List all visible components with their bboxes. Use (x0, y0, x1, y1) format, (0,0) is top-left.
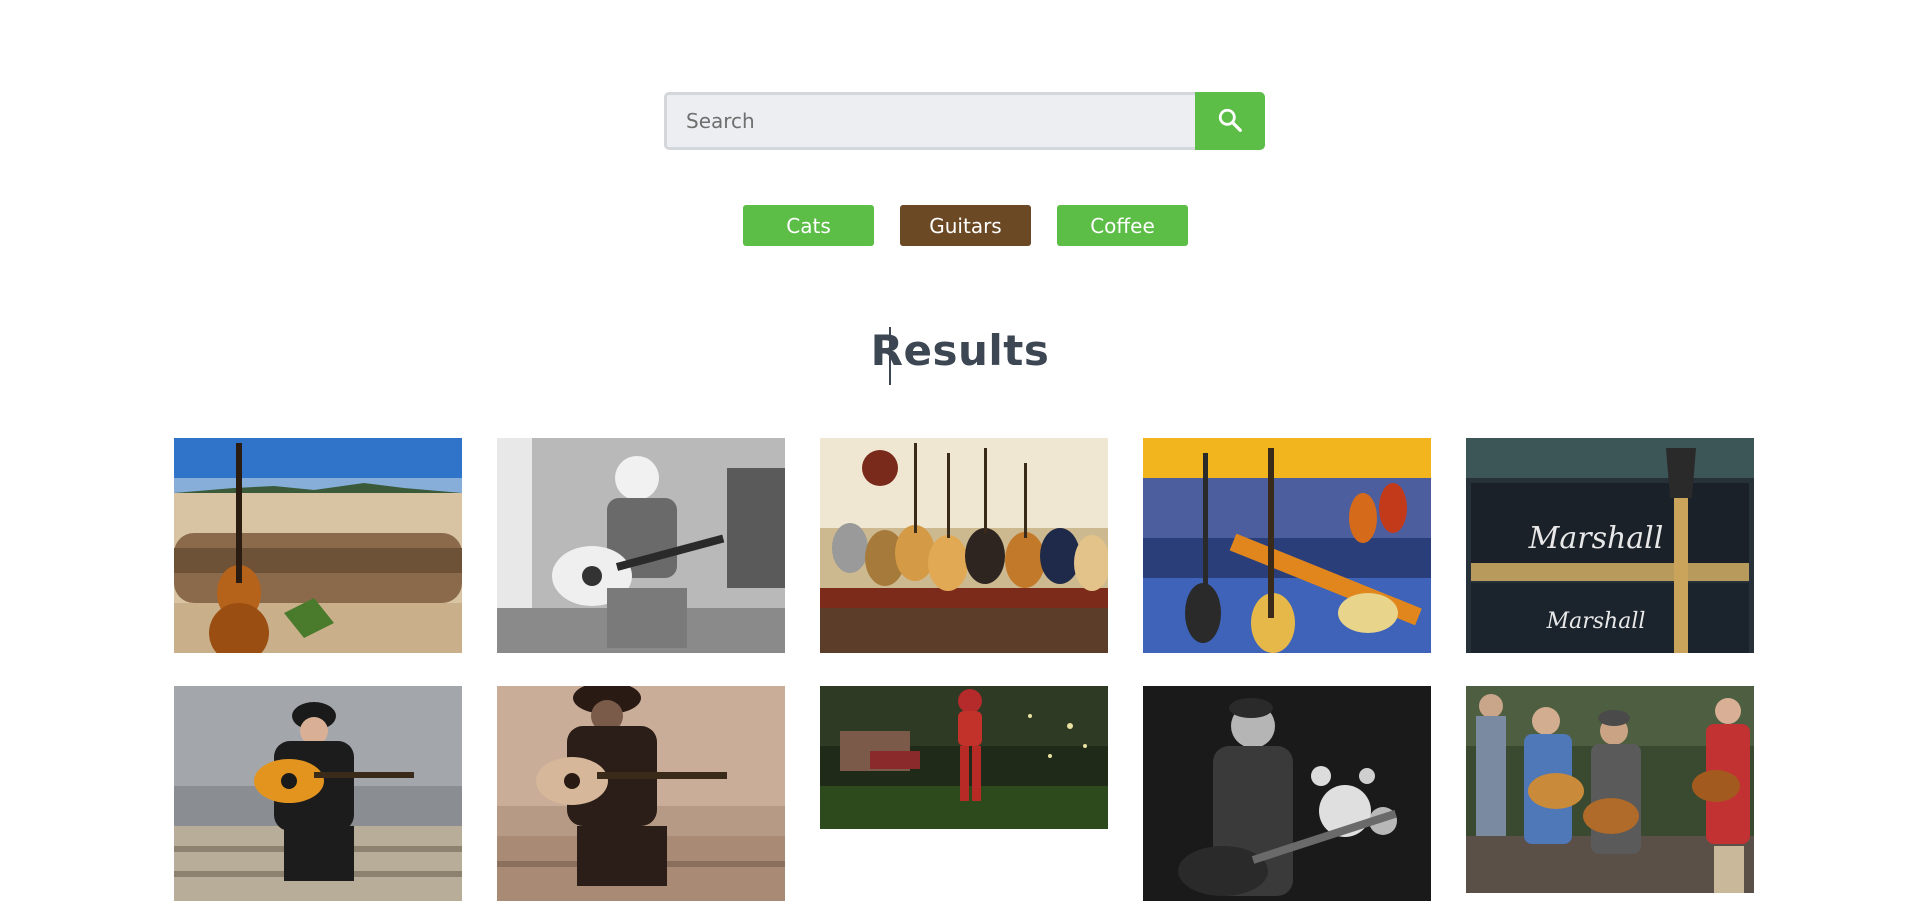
result-image[interactable] (1143, 686, 1431, 901)
result-image[interactable] (497, 686, 785, 901)
result-image[interactable] (497, 438, 785, 653)
result-image[interactable] (174, 438, 462, 653)
result-image[interactable] (174, 686, 462, 901)
svg-text:Marshall: Marshall (1546, 609, 1646, 634)
result-image[interactable] (1466, 686, 1754, 893)
results-grid: Marshall Marshall (0, 0, 1920, 904)
result-image[interactable] (820, 686, 1108, 829)
svg-text:Marshall: Marshall (1528, 521, 1664, 556)
result-image[interactable] (1143, 438, 1431, 653)
result-image[interactable]: Marshall Marshall (1466, 438, 1754, 653)
result-image[interactable] (820, 438, 1108, 653)
